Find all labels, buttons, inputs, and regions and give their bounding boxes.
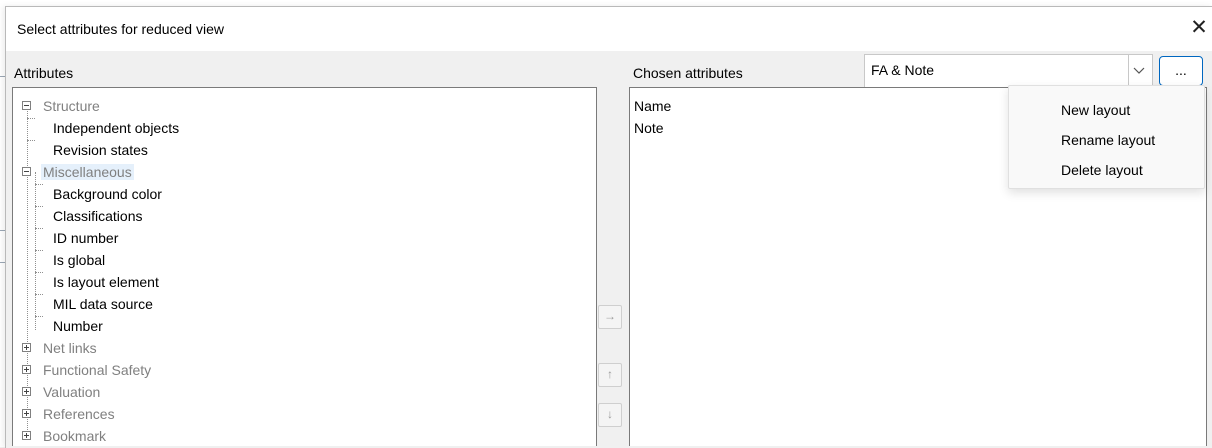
tree-guide bbox=[35, 250, 43, 251]
tree-node-valuation[interactable]: Valuation bbox=[22, 381, 101, 403]
title-bar: Select attributes for reduced view ✕ bbox=[6, 7, 1212, 51]
tree-guide bbox=[35, 272, 43, 273]
tree-guide bbox=[35, 294, 43, 295]
expand-icon[interactable] bbox=[22, 409, 31, 418]
tree-node-label: Functional Safety bbox=[43, 362, 152, 378]
tree-leaf-label: Classifications bbox=[53, 208, 143, 224]
tree-node-label: References bbox=[43, 406, 115, 422]
tree-node-references[interactable]: References bbox=[22, 403, 115, 425]
tree-guide bbox=[35, 316, 43, 317]
tree-guide bbox=[27, 140, 35, 141]
chosen-attributes-label: Chosen attributes bbox=[633, 65, 743, 81]
list-item[interactable]: Name bbox=[634, 95, 671, 117]
arrow-up-icon: ↑ bbox=[607, 367, 613, 381]
move-up-button[interactable]: ↑ bbox=[598, 363, 622, 387]
tree-node-label: Miscellaneous bbox=[41, 164, 134, 180]
list-item[interactable]: Note bbox=[634, 117, 664, 139]
close-icon[interactable]: ✕ bbox=[1185, 11, 1212, 45]
menu-item-new-layout[interactable]: New layout bbox=[1010, 95, 1204, 125]
attributes-tree[interactable]: Structure Independent objects Revision s… bbox=[12, 87, 597, 446]
collapse-icon[interactable] bbox=[22, 101, 31, 110]
tree-leaf-label: Is layout element bbox=[53, 274, 159, 290]
tree-leaf-label: Revision states bbox=[53, 142, 148, 158]
collapse-icon[interactable] bbox=[22, 167, 31, 176]
tree-node-label: Structure bbox=[43, 98, 100, 114]
expand-icon[interactable] bbox=[22, 365, 31, 374]
tree-node-bookmark[interactable]: Bookmark bbox=[22, 425, 107, 446]
tree-leaf-revision-states[interactable]: Revision states bbox=[53, 139, 148, 161]
chevron-down-icon[interactable] bbox=[1133, 64, 1145, 76]
tree-guide bbox=[35, 206, 43, 207]
expand-icon[interactable] bbox=[22, 387, 31, 396]
menu-item-delete-layout[interactable]: Delete layout bbox=[1010, 155, 1204, 185]
expand-icon[interactable] bbox=[22, 431, 31, 440]
move-down-button[interactable]: ↓ bbox=[598, 403, 622, 427]
tree-leaf-id-number[interactable]: ID number bbox=[53, 227, 118, 249]
attributes-dialog: Select attributes for reduced view ✕ Att… bbox=[5, 6, 1212, 448]
tree-leaf-label: ID number bbox=[53, 230, 119, 246]
tree-leaf-label: MIL data source bbox=[53, 296, 153, 312]
menu-item-rename-layout[interactable]: Rename layout bbox=[1010, 125, 1204, 155]
tree-leaf-is-global[interactable]: Is global bbox=[53, 249, 105, 271]
arrow-down-icon: ↓ bbox=[607, 407, 613, 421]
add-attribute-button[interactable]: → bbox=[598, 305, 622, 329]
tree-leaf-label: Independent objects bbox=[53, 120, 180, 136]
tree-guide bbox=[35, 172, 36, 330]
layout-context-menu: New layout Rename layout Delete layout bbox=[1008, 85, 1205, 189]
tree-leaf-independent-objects[interactable]: Independent objects bbox=[53, 117, 179, 139]
tree-node-structure[interactable]: Structure bbox=[22, 95, 100, 117]
expand-icon[interactable] bbox=[22, 343, 31, 352]
tree-leaf-label: Number bbox=[53, 318, 103, 334]
layout-select[interactable]: FA & Note bbox=[864, 54, 1153, 88]
tree-leaf-number[interactable]: Number bbox=[53, 315, 103, 337]
tree-node-label: Valuation bbox=[43, 384, 101, 400]
tree-guide bbox=[27, 118, 35, 119]
layout-menu-button[interactable]: ... bbox=[1159, 56, 1203, 86]
tree-leaf-label: Background color bbox=[53, 186, 162, 202]
tree-leaf-classifications[interactable]: Classifications bbox=[53, 205, 142, 227]
dialog-title: Select attributes for reduced view bbox=[17, 21, 224, 37]
tree-node-functional-safety[interactable]: Functional Safety bbox=[22, 359, 152, 381]
layout-select-value: FA & Note bbox=[871, 62, 935, 78]
attributes-label: Attributes bbox=[14, 65, 74, 81]
arrow-right-icon: → bbox=[604, 309, 616, 323]
tree-guide bbox=[35, 228, 43, 229]
tree-node-label: Net links bbox=[43, 340, 97, 356]
tree-leaf-is-layout-element[interactable]: Is layout element bbox=[53, 271, 159, 293]
tree-node-net-links[interactable]: Net links bbox=[22, 337, 97, 359]
tree-leaf-background-color[interactable]: Background color bbox=[53, 183, 162, 205]
tree-leaf-mil-data-source[interactable]: MIL data source bbox=[53, 293, 153, 315]
tree-guide bbox=[27, 172, 28, 440]
layout-select-divider bbox=[1128, 55, 1129, 87]
tree-node-miscellaneous[interactable]: Miscellaneous bbox=[22, 161, 134, 183]
tree-node-label: Bookmark bbox=[43, 428, 107, 444]
tree-leaf-label: Is global bbox=[53, 252, 106, 268]
tree-guide bbox=[35, 184, 43, 185]
